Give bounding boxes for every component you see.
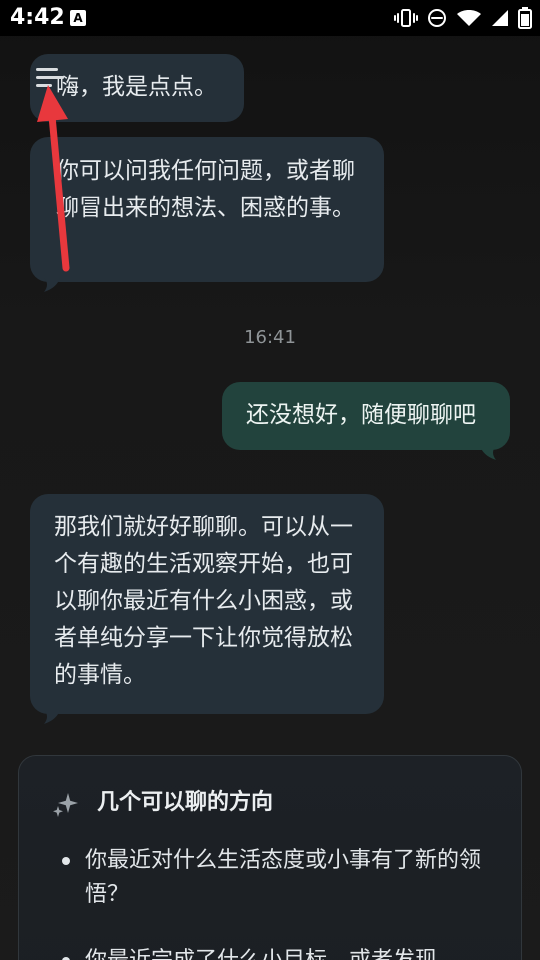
app-badge-icon: A	[70, 10, 86, 26]
status-icons	[394, 6, 532, 30]
suggestion-card: 几个可以聊的方向 你最近对什么生活态度或小事有了新的领悟？ 你最近完成了什么小目…	[18, 755, 522, 960]
chat-timestamp: 16:41	[244, 327, 296, 348]
suggestion-item[interactable]: 你最近完成了什么小目标，或者发现	[85, 944, 495, 960]
suggestion-title: 几个可以聊的方向	[97, 790, 274, 815]
bubble-tail-icon	[44, 710, 60, 724]
message-text: 你可以问我任何问题，或者聊聊冒出来的想法、困惑的事。	[56, 158, 355, 221]
wifi-icon	[456, 8, 482, 28]
message-text: 嗨，我是点点。	[56, 74, 217, 100]
assistant-message-reply: 那我们就好好聊聊。可以从一个有趣的生活观察开始，也可以聊你最近有什么小困惑，或者…	[30, 494, 384, 724]
battery-icon	[518, 7, 532, 29]
menu-icon[interactable]	[36, 66, 64, 90]
focus-icon	[426, 7, 448, 29]
message-text: 那我们就好好聊聊。可以从一个有趣的生活观察开始，也可以聊你最近有什么小困惑，或者…	[54, 514, 353, 688]
bullet-icon	[62, 857, 70, 865]
status-time: 4:42	[10, 5, 65, 30]
user-message: 还没想好，随便聊聊吧	[222, 382, 510, 460]
sparkle-icon	[53, 793, 78, 817]
signal-icon	[490, 8, 510, 28]
bubble-tail-icon	[44, 278, 60, 292]
message-text: 还没想好，随便聊聊吧	[246, 402, 476, 428]
bubble-tail-icon	[480, 446, 496, 460]
suggestion-item[interactable]: 你最近对什么生活态度或小事有了新的领悟？	[85, 844, 495, 912]
chat-screen: 4:42 A 嗨，我是点点。 你可以问我任何问题，或者聊聊冒出来的想法、困惑的事…	[0, 0, 540, 960]
status-bar: 4:42 A	[0, 0, 540, 36]
assistant-message-intro: 你可以问我任何问题，或者聊聊冒出来的想法、困惑的事。	[30, 137, 384, 292]
vibrate-icon	[394, 8, 418, 28]
